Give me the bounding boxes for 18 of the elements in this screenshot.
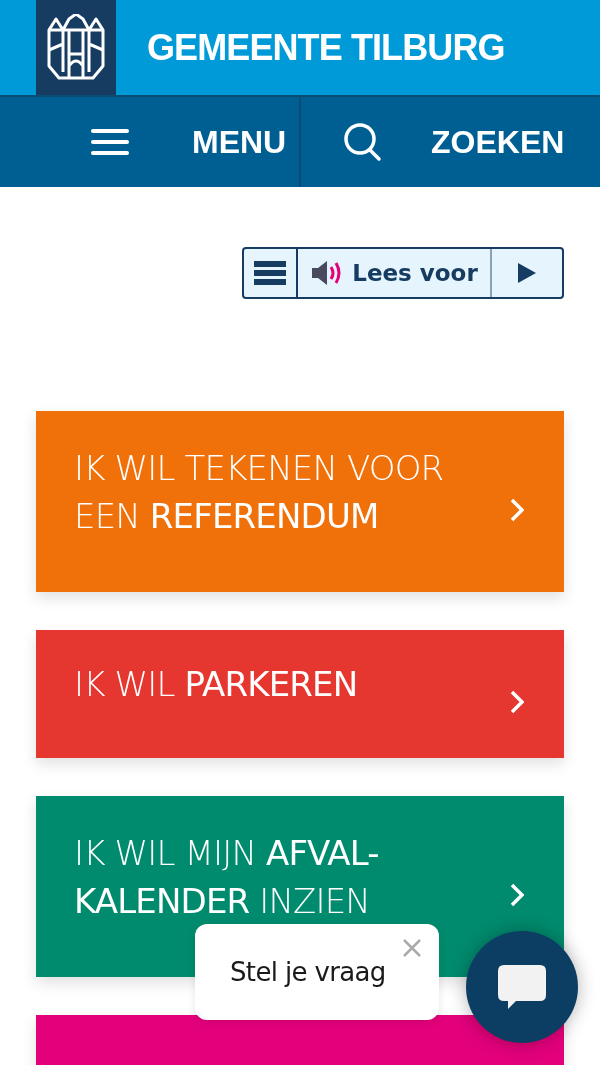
read-aloud-button[interactable]: Lees voor bbox=[298, 249, 492, 297]
tile-label: IK WIL PARKEREN bbox=[74, 663, 359, 706]
chevron-right-icon bbox=[510, 882, 524, 907]
play-icon bbox=[517, 262, 537, 284]
chevron-right-icon bbox=[510, 497, 524, 522]
tile-label: IK WIL MIJN AFVAL-KALENDER INZIEN bbox=[74, 831, 380, 923]
search-icon bbox=[343, 122, 383, 162]
tile-label: IK WIL TEKENEN VOOR EEN REFERENDUM bbox=[74, 446, 445, 538]
chat-bubble-icon bbox=[498, 965, 546, 1009]
site-title: GEMEENTE TILBURG bbox=[147, 25, 505, 70]
menu-icon bbox=[254, 261, 286, 285]
action-tile[interactable]: IK WIL PARKEREN bbox=[36, 630, 564, 758]
search-button[interactable]: ZOEKEN bbox=[301, 97, 600, 187]
castle-logo-icon bbox=[45, 13, 107, 82]
chevron-right-icon bbox=[510, 690, 524, 714]
menu-icon bbox=[90, 128, 130, 156]
menu-button[interactable]: MENU bbox=[0, 97, 301, 187]
logo-tile[interactable] bbox=[36, 0, 116, 95]
